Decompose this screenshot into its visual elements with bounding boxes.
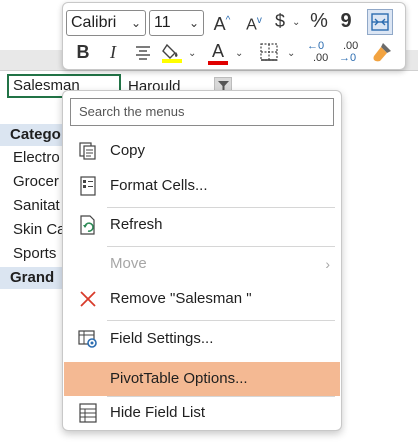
chevron-down-icon: ⌄ (130, 16, 141, 30)
menu-item-label: Move (110, 255, 147, 272)
font-color-swatch (208, 61, 228, 65)
row-labels-header[interactable]: Catego (0, 124, 62, 146)
decrease-font-size-button[interactable]: Av (241, 10, 267, 36)
font-name-value: Calibri (71, 14, 117, 31)
format-painter-button[interactable] (371, 41, 395, 65)
field-list-icon (79, 403, 97, 423)
decrease-decimal-label: .00 (343, 40, 359, 52)
arrow-right-icon: →0 (339, 52, 357, 64)
menu-search-input[interactable]: Search the menus (70, 98, 334, 126)
row-label[interactable]: Sanitat (13, 195, 65, 217)
arrow-left-icon: ←0 (307, 40, 325, 52)
currency-format-button[interactable]: $ (271, 10, 289, 32)
center-align-button[interactable] (133, 43, 153, 63)
bold-icon: B (76, 42, 90, 62)
percent-style-button[interactable]: % (307, 10, 331, 32)
font-size-select[interactable]: 11 ⌄ (149, 10, 204, 36)
borders-button[interactable] (259, 42, 281, 64)
remove-icon (80, 291, 96, 307)
field-settings-icon (78, 330, 97, 348)
italic-icon: I (110, 42, 116, 62)
grid-line (0, 70, 418, 71)
decrease-decimal-button[interactable]: .00 →0 (339, 40, 367, 66)
chevron-down-icon[interactable]: ⌄ (292, 17, 300, 28)
menu-item-label: Remove "Salesman " (110, 290, 252, 307)
menu-item-label: Refresh (110, 216, 163, 233)
menu-item-refresh[interactable]: Refresh (64, 208, 340, 242)
refresh-icon (80, 215, 95, 235)
font-color-icon: A (211, 41, 224, 61)
format-cells-icon (80, 176, 96, 196)
menu-item-format-cells[interactable]: Format Cells... (64, 169, 340, 203)
borders-icon (260, 43, 278, 61)
menu-item-move[interactable]: Move › (64, 247, 340, 281)
percent-icon: % (310, 10, 328, 32)
increase-font-size-button[interactable]: A^ (209, 10, 235, 35)
paint-bucket-icon (162, 43, 182, 63)
menu-item-remove-field[interactable]: Remove "Salesman " (64, 282, 340, 316)
chevron-down-icon[interactable]: ⌄ (287, 48, 295, 59)
italic-button[interactable]: I (103, 41, 123, 63)
currency-icon: $ (274, 11, 285, 31)
decrease-font-icon: A (246, 16, 257, 34)
row-label[interactable]: Skin Ca (13, 219, 65, 241)
menu-item-copy[interactable]: Copy (64, 134, 340, 168)
increase-font-icon: A (213, 14, 226, 34)
comma-style-button[interactable]: 9 (337, 10, 355, 32)
font-name-select[interactable]: Calibri ⌄ (66, 10, 146, 36)
wrap-text-icon (371, 13, 389, 31)
menu-item-label: Hide Field List (110, 404, 206, 421)
increase-decimal-label: .00 (313, 52, 329, 64)
chevron-right-icon: › (325, 256, 330, 272)
menu-item-label: PivotTable Options... (110, 370, 248, 387)
menu-item-label: Format Cells... (110, 177, 208, 194)
fill-color-button[interactable] (161, 41, 185, 65)
row-label[interactable]: Sports (13, 243, 65, 265)
row-label[interactable]: Grocer (13, 171, 65, 193)
increase-decimal-button[interactable]: ←0 .00 (307, 40, 335, 66)
context-menu: Search the menus Copy Format Cells... Re… (62, 90, 342, 431)
chevron-down-icon: ⌄ (188, 16, 199, 30)
menu-item-label: Copy (110, 142, 146, 159)
chevron-down-icon[interactable]: ⌄ (235, 48, 243, 59)
menu-item-hide-field-list[interactable]: Hide Field List (64, 396, 340, 430)
comma-icon: 9 (340, 10, 352, 32)
copy-icon (79, 142, 96, 160)
font-size-value: 11 (154, 14, 171, 31)
menu-separator (107, 320, 335, 321)
menu-item-field-settings[interactable]: Field Settings... (64, 322, 340, 356)
wrap-text-button[interactable] (367, 9, 393, 35)
grand-total-label[interactable]: Grand (0, 267, 62, 289)
mini-toolbar: Calibri ⌄ 11 ⌄ A^ Av $ ⌄ % 9 B I ⌄ A ⌄ ⌄… (62, 2, 406, 70)
menu-item-label: Field Settings... (110, 330, 214, 347)
format-painter-icon (373, 43, 391, 62)
chevron-down-icon[interactable]: ⌄ (188, 48, 196, 59)
row-label[interactable]: Electro (13, 147, 65, 169)
menu-item-pivottable-options[interactable]: PivotTable Options... (64, 362, 340, 396)
bold-button[interactable]: B (73, 41, 93, 63)
font-color-button[interactable]: A (207, 40, 229, 65)
center-align-icon (136, 46, 150, 60)
